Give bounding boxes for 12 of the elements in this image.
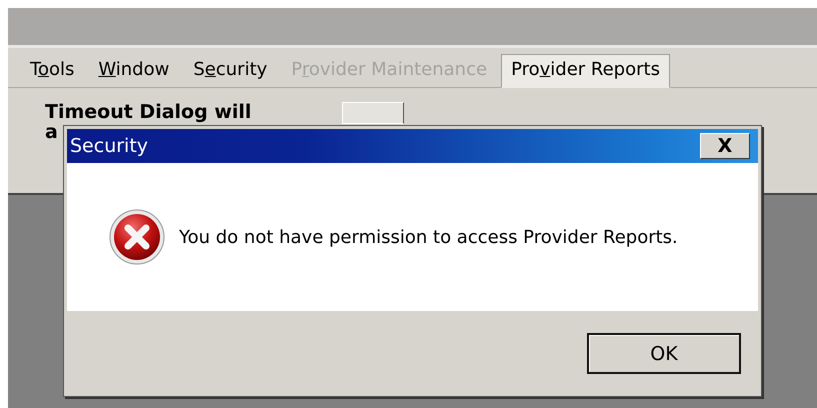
small-button[interactable] bbox=[342, 102, 404, 124]
close-button[interactable]: X bbox=[700, 133, 750, 159]
menu-item[interactable]: Tools bbox=[20, 54, 84, 86]
menu-item[interactable]: Window bbox=[88, 54, 180, 86]
menu-item[interactable]: Security bbox=[183, 54, 278, 86]
error-message: You do not have permission to access Provider Reports. bbox=[179, 226, 678, 248]
menu-item[interactable]: Provider Reports bbox=[501, 54, 670, 88]
error-icon bbox=[109, 209, 165, 265]
dialog-title: Security bbox=[70, 135, 148, 157]
field-label: Timeout Dialog will bbox=[45, 102, 252, 122]
ok-button[interactable]: OK bbox=[587, 333, 741, 374]
field-label: a bbox=[45, 122, 58, 142]
